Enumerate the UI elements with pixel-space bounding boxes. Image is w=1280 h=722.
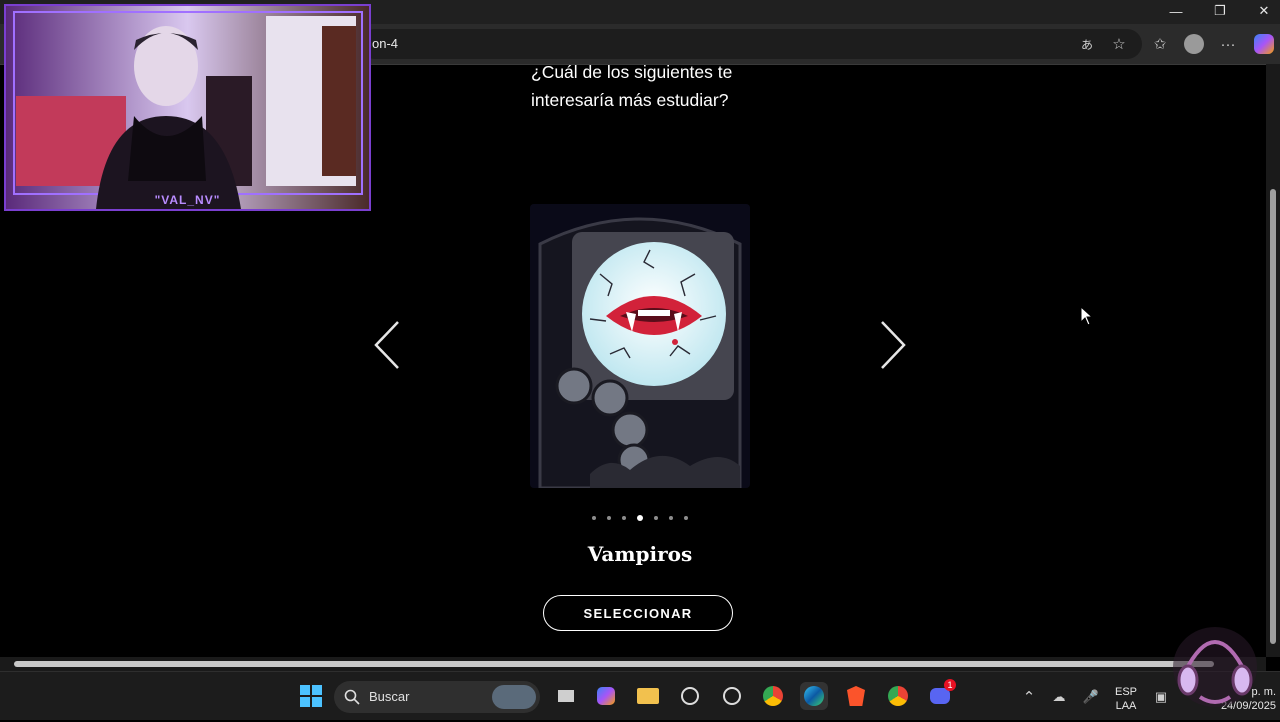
restore-button[interactable]: ❐ xyxy=(1198,0,1242,22)
next-arrow-icon[interactable] xyxy=(872,318,912,372)
chrome-icon[interactable] xyxy=(759,682,787,710)
copilot-app-icon[interactable] xyxy=(592,682,620,710)
horizontal-scrollbar[interactable] xyxy=(0,657,1266,671)
settings-app-icon[interactable] xyxy=(676,682,704,710)
option-title: Vampiros xyxy=(587,542,693,566)
search-label: Buscar xyxy=(369,689,410,704)
carousel-indicator xyxy=(592,514,688,522)
vertical-scrollbar[interactable] xyxy=(1266,64,1280,657)
favorite-star-icon[interactable]: ☆ xyxy=(1106,31,1132,57)
carousel-dot[interactable] xyxy=(669,516,673,520)
more-options-icon[interactable]: ··· xyxy=(1215,31,1241,57)
carousel-dot[interactable] xyxy=(654,516,658,520)
quiz-question: ¿Cuál de los siguientes te interesaría m… xyxy=(531,62,733,110)
onedrive-icon[interactable]: ☁ xyxy=(1046,684,1072,710)
search-icon xyxy=(344,689,360,705)
windows-logo-icon xyxy=(300,685,322,707)
windows-taskbar: Buscar 1 ⌃ ☁ 🎤 ESP LAA ▣ p. m. 24/09/202… xyxy=(0,627,1280,720)
profile-avatar-icon xyxy=(1184,34,1204,54)
carousel-dot[interactable] xyxy=(684,516,688,520)
carousel-dot[interactable] xyxy=(607,516,611,520)
profile-button[interactable] xyxy=(1181,31,1207,57)
carousel-dot[interactable] xyxy=(622,516,626,520)
brave-icon[interactable] xyxy=(842,682,870,710)
previous-arrow-icon[interactable] xyxy=(368,318,408,372)
start-button[interactable] xyxy=(297,682,325,710)
task-view-icon[interactable] xyxy=(552,682,580,710)
streamer-logo-icon xyxy=(1173,627,1257,707)
vampire-illustration xyxy=(530,204,750,488)
horizontal-scroll-thumb[interactable] xyxy=(14,661,1214,667)
discord-icon[interactable]: 1 xyxy=(926,679,956,710)
address-bar[interactable]: on-4 あ ☆ xyxy=(360,29,1142,59)
carousel-dot[interactable] xyxy=(592,516,596,520)
show-hidden-icons-icon[interactable]: ⌃ xyxy=(1016,684,1042,710)
favorites-icon[interactable]: ✩ xyxy=(1147,31,1173,57)
option-illustration-card[interactable] xyxy=(530,204,750,488)
file-explorer-icon[interactable] xyxy=(634,682,662,710)
language-indicator[interactable]: ESP LAA xyxy=(1108,685,1144,713)
mouse-cursor-icon xyxy=(1080,306,1094,326)
vertical-scroll-thumb[interactable] xyxy=(1270,189,1276,644)
keyboard-layout: LAA xyxy=(1115,700,1137,712)
edge-icon[interactable] xyxy=(800,682,828,710)
copilot-icon xyxy=(1254,34,1274,54)
taskbar-search[interactable]: Buscar xyxy=(334,681,540,713)
microphone-icon[interactable]: 🎤 xyxy=(1078,684,1104,710)
webcam-feed xyxy=(6,6,369,209)
search-highlight-icon xyxy=(492,685,536,709)
url-text: on-4 xyxy=(372,36,399,51)
discord-badge: 1 xyxy=(944,679,956,691)
chrome-profile-icon[interactable] xyxy=(884,682,912,710)
copilot-button[interactable] xyxy=(1251,31,1277,57)
close-button[interactable]: ✕ xyxy=(1242,0,1280,22)
webcam-overlay: "VAL_NV" xyxy=(4,4,371,211)
minimize-button[interactable]: — xyxy=(1154,0,1198,22)
select-button[interactable]: SELECCIONAR xyxy=(543,595,733,631)
circle-app-icon[interactable] xyxy=(718,682,746,710)
carousel-dot-active[interactable] xyxy=(637,515,643,521)
language-code: ESP xyxy=(1114,686,1137,698)
streamer-name-label: "VAL_NV" xyxy=(154,193,221,207)
read-aloud-icon[interactable]: あ xyxy=(1074,31,1100,57)
